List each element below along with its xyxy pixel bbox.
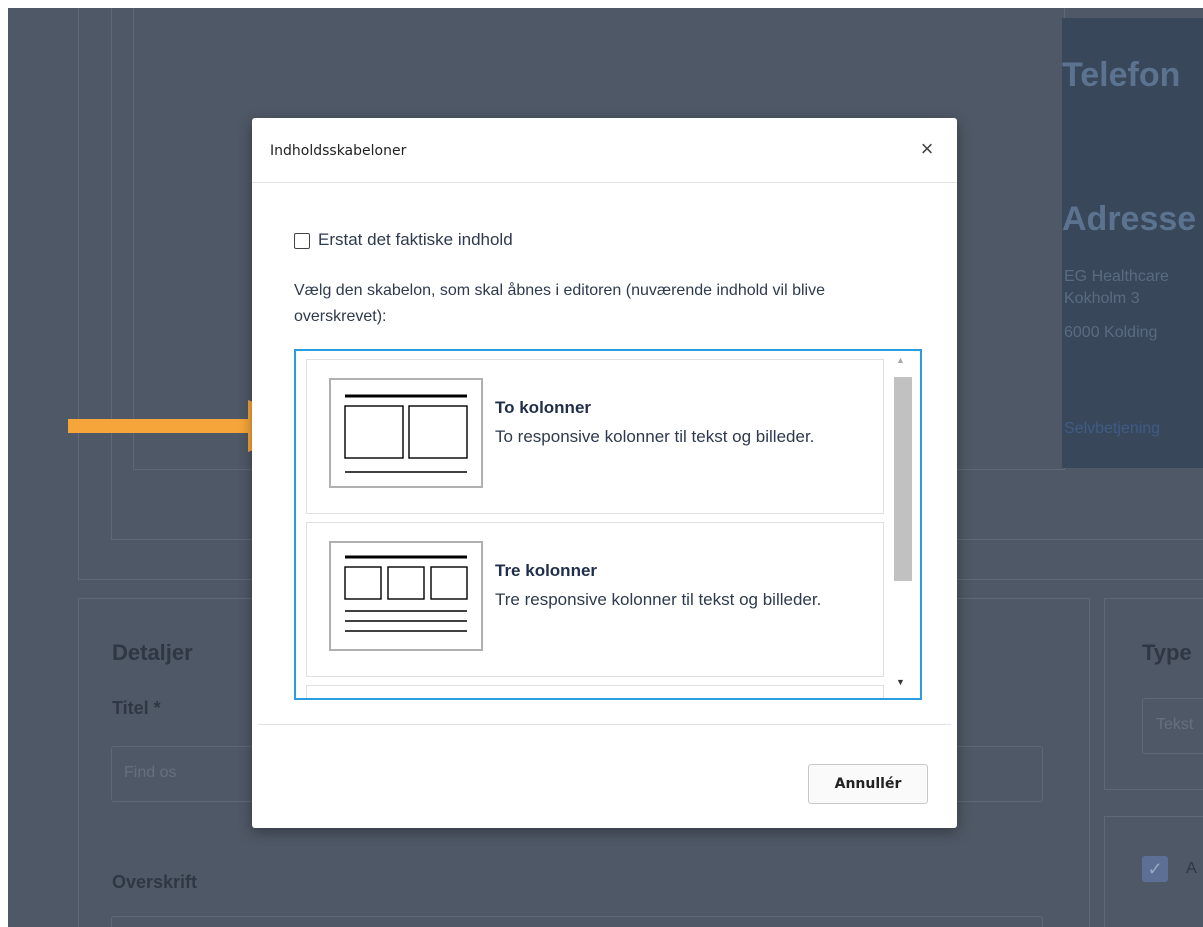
dialog-header: Indholdsskabeloner × <box>252 118 957 183</box>
template-item-three-columns[interactable]: Tre kolonner Tre responsive kolonner til… <box>306 522 884 677</box>
replace-content-label[interactable]: Erstat det faktiske indhold <box>318 230 513 250</box>
annotation-arrow-shaft <box>68 419 258 433</box>
template-item-two-columns[interactable]: To kolonner To responsive kolonner til t… <box>306 359 884 514</box>
dialog-title: Indholdsskabeloner <box>270 143 407 159</box>
bg-heading-label: Overskrift <box>112 872 198 892</box>
bg-address-line: 6000 Kolding <box>1064 324 1158 341</box>
bg-address-line: Kokholm 3 <box>1064 290 1140 307</box>
bg-contact-panel: Telefon Adresse EG Healthcare Kokholm 3 … <box>1062 18 1203 468</box>
bg-type-card <box>1104 598 1203 790</box>
scroll-thumb[interactable] <box>894 377 912 581</box>
bg-checkbox: ✓ <box>1142 856 1168 882</box>
templates-dialog: Indholdsskabeloner × Erstat det faktiske… <box>252 118 957 828</box>
template-description: To responsive kolonner til tekst og bill… <box>495 427 815 446</box>
bg-details-heading: Detaljer <box>112 640 193 665</box>
dialog-footer-divider <box>258 724 951 725</box>
template-title: To kolonner <box>495 398 592 417</box>
bg-heading-input <box>111 916 1043 927</box>
close-icon[interactable]: × <box>912 134 942 164</box>
bg-type-heading: Type <box>1142 640 1192 665</box>
cancel-button[interactable]: Annullér <box>808 764 928 804</box>
bg-phone-heading: Telefon <box>1062 56 1181 94</box>
template-description: Tre responsive kolonner til tekst og bil… <box>495 590 822 609</box>
bg-address-line: EG Healthcare <box>1064 268 1169 285</box>
scroll-up-icon[interactable]: ▲ <box>896 355 905 365</box>
bg-checkbox-label: A <box>1186 860 1197 877</box>
bg-selfservice-link: Selvbetjening <box>1064 420 1161 437</box>
bg-title-label: Titel * <box>112 698 161 718</box>
template-list-scrollbar[interactable]: ▲ ▼ <box>892 355 914 691</box>
template-title: Tre kolonner <box>495 561 598 580</box>
scroll-down-icon[interactable]: ▼ <box>896 677 905 687</box>
three-columns-thumbnail-icon <box>329 541 483 651</box>
bg-type-value: Tekst <box>1156 716 1194 733</box>
template-list[interactable]: To kolonner To responsive kolonner til t… <box>294 349 922 700</box>
template-item-next[interactable] <box>306 685 884 698</box>
bg-title-value: Find os <box>124 764 177 781</box>
replace-content-checkbox[interactable] <box>294 233 310 249</box>
bg-address-heading: Adresse <box>1062 200 1197 238</box>
instruction-text: Vælg den skabelon, som skal åbnes i edit… <box>294 282 825 325</box>
two-columns-thumbnail-icon <box>329 378 483 488</box>
